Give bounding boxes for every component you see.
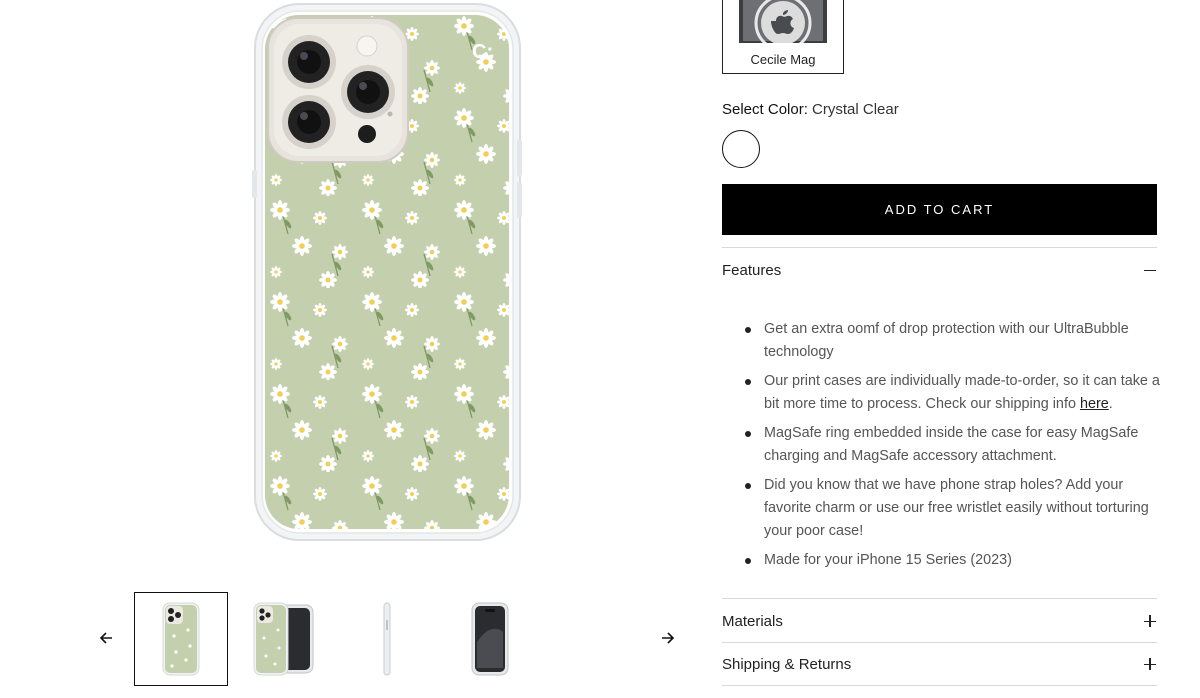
- thumbnail-back-view[interactable]: [134, 592, 228, 686]
- next-image-arrow-icon[interactable]: [654, 624, 682, 652]
- divider: [722, 247, 1157, 248]
- select-color-label: Select Color: Crystal Clear: [722, 101, 899, 118]
- shipping-returns-title: Shipping & Returns: [722, 655, 852, 673]
- features-title: Features: [722, 261, 782, 279]
- svg-text:C:: C:: [472, 41, 493, 63]
- materials-title: Materials: [722, 612, 783, 630]
- divider: [722, 685, 1157, 686]
- variant-option-cecile-mag[interactable]: Cecile Mag: [722, 0, 844, 74]
- plus-icon: [1143, 614, 1157, 628]
- select-color-key: Select Color:: [722, 101, 808, 118]
- shipping-info-link[interactable]: here: [1080, 396, 1109, 412]
- product-main-image: C:: [250, 0, 525, 545]
- previous-image-arrow-icon[interactable]: [92, 624, 120, 652]
- feature-item: Get an extra oomf of drop protection wit…: [744, 318, 1162, 364]
- color-swatch-crystal-clear[interactable]: [722, 130, 760, 168]
- variant-image: [739, 0, 827, 52]
- divider: [722, 598, 1157, 599]
- thumbnail-front-view[interactable]: [443, 592, 537, 686]
- shipping-returns-accordion-header[interactable]: Shipping & Returns: [722, 650, 1157, 678]
- selected-color-value: Crystal Clear: [812, 101, 899, 118]
- minus-icon: [1143, 263, 1157, 277]
- add-to-cart-button[interactable]: ADD TO CART: [722, 184, 1157, 235]
- feature-item: Did you know that we have phone strap ho…: [744, 474, 1162, 543]
- plus-icon: [1143, 657, 1157, 671]
- thumbnail-side-view[interactable]: [340, 592, 434, 686]
- materials-accordion-header[interactable]: Materials: [722, 607, 1157, 635]
- features-accordion-header[interactable]: Features: [722, 256, 1157, 284]
- features-list: Get an extra oomf of drop protection wit…: [744, 318, 1162, 578]
- thumbnail-back-and-front-view[interactable]: [237, 592, 331, 686]
- feature-item: Made for your iPhone 15 Series (2023): [744, 549, 1162, 572]
- divider: [722, 642, 1157, 643]
- feature-item: MagSafe ring embedded inside the case fo…: [744, 422, 1162, 468]
- feature-item: Our print cases are individually made-to…: [744, 370, 1162, 416]
- variant-label: Cecile Mag: [750, 52, 816, 67]
